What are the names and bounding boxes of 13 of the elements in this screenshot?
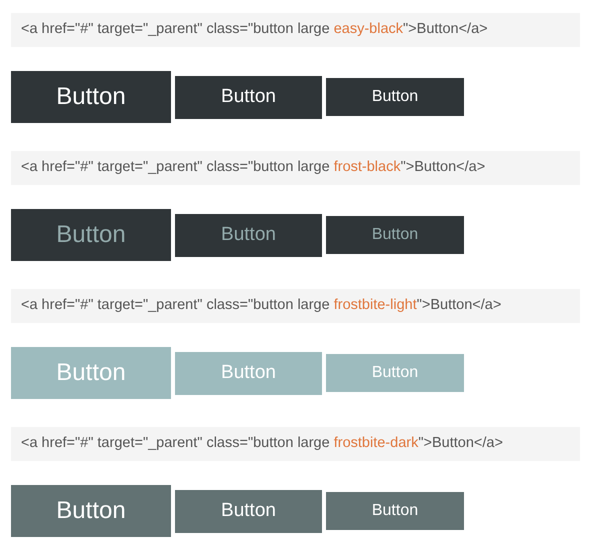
button[interactable]: Button [11,209,171,261]
button[interactable]: Button [175,76,322,118]
button[interactable]: Button [175,490,322,532]
button[interactable]: Button [175,214,322,256]
button[interactable]: Button [11,71,171,123]
code-snippet: <a href="#" target="_parent" class="button large frostbite-light">Button</a> [11,289,580,323]
button[interactable]: Button [11,485,171,537]
button[interactable]: Button [326,78,464,116]
code-snippet: <a href="#" target="_parent" class="button large frostbite-dark">Button</a> [11,427,580,461]
button[interactable]: Button [326,216,464,254]
code-snippet: <a href="#" target="_parent" class="button large frost-black">Button</a> [11,151,580,185]
code-snippet: <a href="#" target="_parent" class="button large easy-black">Button</a> [11,13,580,47]
button[interactable]: Button [326,492,464,530]
